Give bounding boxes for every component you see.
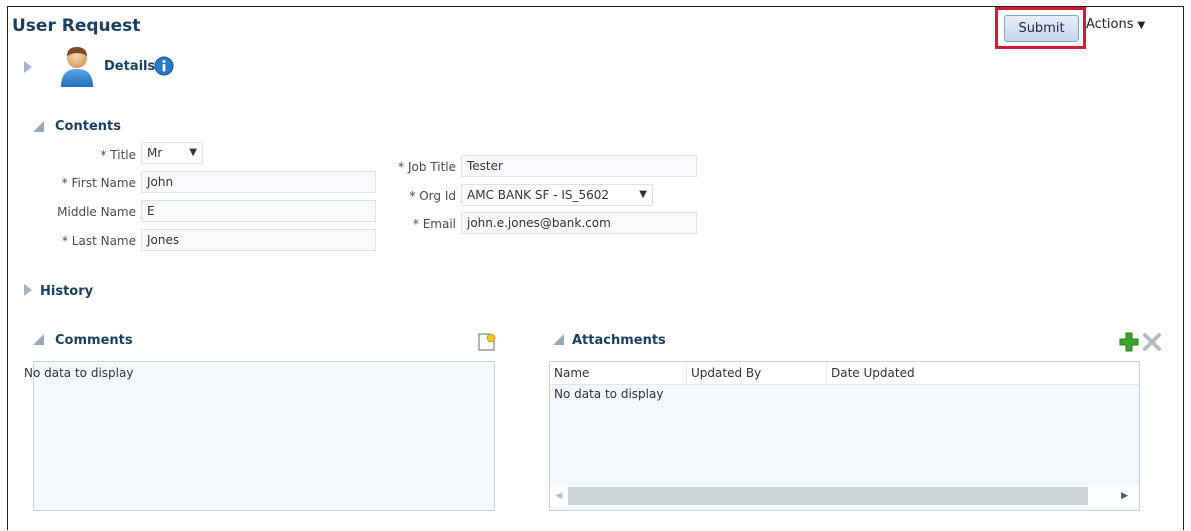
expand-details-icon[interactable] — [24, 61, 32, 73]
column-updated-by[interactable]: Updated By — [687, 362, 827, 384]
email-field[interactable]: john.e.jones@bank.com — [461, 212, 697, 234]
horizontal-scrollbar[interactable]: ◀ ▶ — [550, 486, 1139, 506]
delete-icon[interactable] — [1142, 332, 1162, 352]
attachments-empty-text: No data to display — [554, 387, 664, 401]
org-id-select[interactable]: AMC BANK SF - IS_5602 ▼ — [461, 184, 653, 206]
scroll-left-icon[interactable]: ◀ — [550, 491, 568, 501]
scrollbar-thumb[interactable] — [568, 487, 1088, 505]
title-value: Mr — [147, 146, 163, 160]
email-label: * Email — [412, 217, 456, 231]
title-select[interactable]: Mr ▼ — [141, 142, 203, 164]
collapse-attachments-icon[interactable] — [553, 334, 564, 345]
user-avatar-icon — [57, 44, 97, 88]
attachments-table: Name Updated By Date Updated No data to … — [549, 361, 1140, 511]
job-title-field[interactable]: Tester — [461, 155, 697, 177]
chevron-down-icon: ▼ — [639, 189, 647, 200]
job-title-label: * Job Title — [398, 160, 456, 174]
comments-empty-text: No data to display — [24, 366, 134, 380]
comments-panel: No data to display — [24, 361, 495, 511]
submit-button[interactable]: Submit — [1004, 15, 1079, 42]
actions-label: Actions — [1086, 17, 1134, 32]
chevron-down-icon: ▼ — [1137, 20, 1146, 31]
org-id-value: AMC BANK SF - IS_5602 — [467, 188, 610, 202]
page-title: User Request — [12, 16, 141, 36]
title-label: * Title — [100, 148, 136, 162]
add-icon[interactable] — [1118, 331, 1140, 353]
chevron-down-icon: ▼ — [189, 147, 197, 158]
contents-title: Contents — [55, 119, 121, 134]
new-comment-icon[interactable] — [477, 332, 497, 352]
org-id-label: * Org Id — [409, 189, 456, 203]
info-icon[interactable] — [154, 56, 174, 76]
column-name[interactable]: Name — [550, 362, 687, 384]
first-name-field[interactable]: John — [141, 171, 376, 193]
attachments-title: Attachments — [572, 333, 666, 348]
last-name-field[interactable]: Jones — [141, 229, 376, 251]
column-date-updated[interactable]: Date Updated — [827, 362, 1139, 384]
last-name-label: * Last Name — [61, 234, 136, 248]
actions-menu[interactable]: Actions ▼ — [1086, 17, 1145, 32]
scroll-right-icon[interactable]: ▶ — [1088, 491, 1136, 501]
attachments-table-header: Name Updated By Date Updated — [550, 362, 1139, 385]
middle-name-label: Middle Name — [57, 205, 136, 219]
expand-history-icon[interactable] — [24, 284, 32, 296]
comments-title: Comments — [55, 333, 133, 348]
middle-name-field[interactable]: E — [141, 200, 376, 222]
history-title: History — [40, 284, 94, 299]
first-name-label: * First Name — [61, 176, 136, 190]
collapse-comments-icon[interactable] — [33, 334, 44, 345]
collapse-contents-icon[interactable] — [33, 121, 44, 132]
details-title: Details — [104, 59, 156, 74]
